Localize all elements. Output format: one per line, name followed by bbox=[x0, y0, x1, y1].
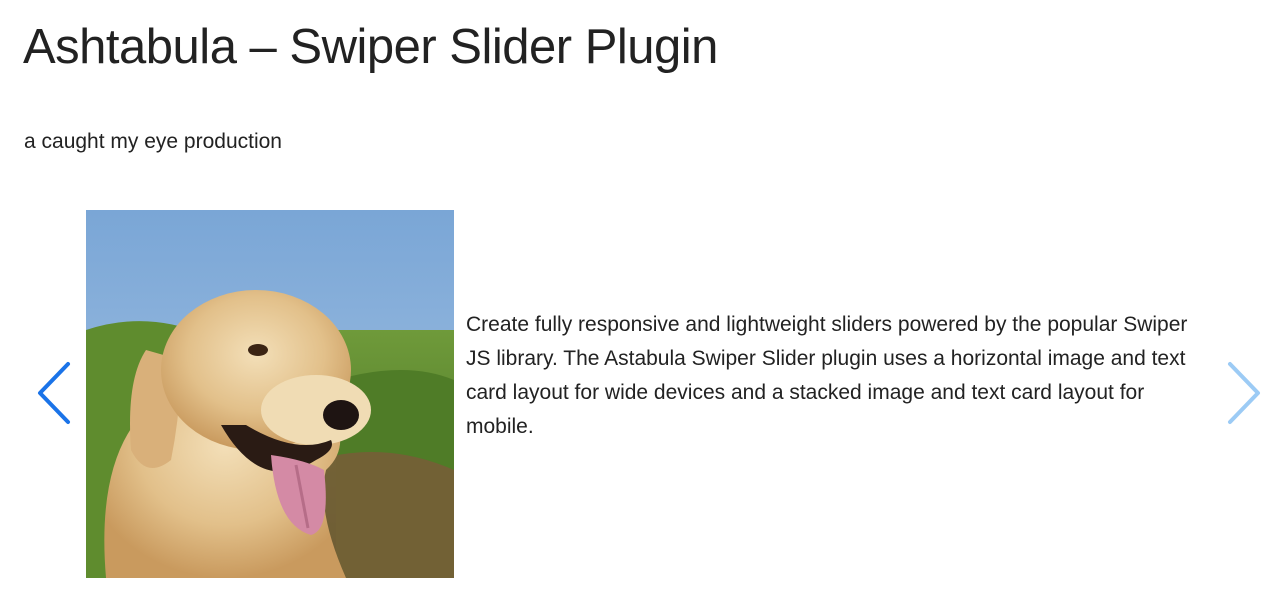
site-tagline: a caught my eye production bbox=[24, 130, 282, 153]
slide-image bbox=[86, 210, 454, 578]
slider-next-button[interactable] bbox=[1224, 360, 1264, 426]
slide-description: Create fully responsive and lightweight … bbox=[466, 313, 1188, 438]
page: Ashtabula – Swiper Slider Plugin a caugh… bbox=[0, 0, 1280, 599]
swiper-slider[interactable]: Create fully responsive and lightweight … bbox=[0, 200, 1280, 590]
chevron-right-icon bbox=[1228, 362, 1260, 424]
page-title: Ashtabula – Swiper Slider Plugin bbox=[23, 20, 718, 74]
chevron-left-icon bbox=[38, 362, 70, 424]
slider-prev-button[interactable] bbox=[34, 360, 74, 426]
